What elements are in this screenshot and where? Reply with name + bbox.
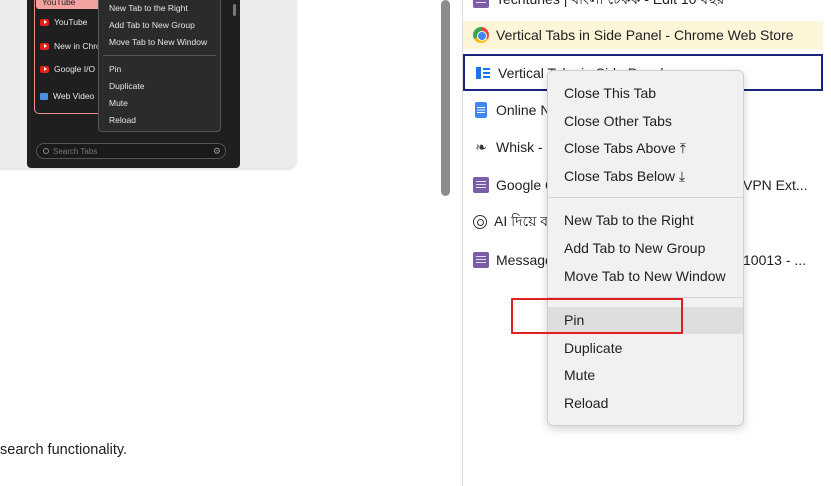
embedded-menu-item: Duplicate bbox=[109, 81, 145, 91]
menu-item-close-tabs-below[interactable]: Close Tabs Below ⤓ bbox=[548, 163, 743, 190]
youtube-icon bbox=[40, 65, 49, 73]
embedded-menu-item: Mute bbox=[109, 98, 128, 108]
menu-item-mute[interactable]: Mute bbox=[548, 362, 743, 389]
ai-icon bbox=[473, 215, 487, 229]
page-scrollbar-thumb[interactable] bbox=[441, 0, 450, 196]
chrome-web-store-icon bbox=[473, 27, 489, 43]
web-page-icon bbox=[40, 92, 48, 100]
youtube-icon bbox=[40, 18, 49, 26]
embedded-tab-web-video: Web Video bbox=[40, 89, 100, 103]
embedded-menu-item: Move Tab to New Window bbox=[109, 37, 208, 47]
embedded-search-box: Search Tabs ⚙ bbox=[36, 143, 226, 159]
whisk-icon: ❧ bbox=[475, 139, 487, 155]
youtube-icon bbox=[40, 42, 49, 50]
menu-item-duplicate[interactable]: Duplicate bbox=[548, 335, 743, 362]
embedded-menu-item: Add Tab to New Group bbox=[109, 20, 195, 30]
embedded-menu-item: New Tab to the Right bbox=[109, 3, 188, 13]
menu-item-add-to-group[interactable]: Add Tab to New Group bbox=[548, 235, 743, 262]
search-icon bbox=[43, 148, 49, 154]
embedded-tab-youtube: YouTube bbox=[40, 15, 100, 29]
article-text: search functionality. bbox=[0, 442, 128, 458]
side-panel-tab[interactable]: Techtunes | বাংলা টেকক - Edit 10 বছর bbox=[463, 0, 823, 14]
embedded-menu-item: Pin bbox=[109, 64, 122, 74]
embedded-tab-group-title: YouTube bbox=[36, 0, 102, 9]
google-docs-icon bbox=[475, 102, 487, 118]
menu-item-close-tabs-above[interactable]: Close Tabs Above ⤒ bbox=[548, 135, 743, 162]
menu-item-close-other-tabs[interactable]: Close Other Tabs bbox=[548, 108, 743, 135]
side-panel-tab-chrome-web-store[interactable]: Vertical Tabs in Side Panel - Chrome Web… bbox=[463, 21, 823, 49]
menu-item-close-this-tab[interactable]: Close This Tab bbox=[548, 80, 743, 107]
gear-icon: ⚙ bbox=[212, 146, 221, 156]
vertical-tabs-icon bbox=[475, 65, 491, 81]
embedded-tab-new-in-chrome: New in Chrome bbox=[40, 39, 100, 53]
techtunes-icon bbox=[473, 252, 489, 268]
embedded-context-menu: New Tab to the Right Add Tab to New Grou… bbox=[98, 0, 221, 132]
menu-item-new-tab-right[interactable]: New Tab to the Right bbox=[548, 207, 743, 234]
menu-item-reload[interactable]: Reload bbox=[548, 390, 743, 417]
techtunes-icon bbox=[473, 177, 489, 193]
embedded-scrollbar bbox=[233, 4, 236, 16]
embedded-tab-google-io: Google I/O bbox=[40, 62, 100, 76]
techtunes-icon bbox=[473, 0, 489, 8]
embedded-menu-separator bbox=[103, 55, 216, 56]
embedded-menu-item: Reload bbox=[109, 115, 136, 125]
highlight-annotation-box bbox=[511, 298, 683, 334]
menu-separator bbox=[548, 197, 743, 198]
tab-context-menu: Close This Tab Close Other Tabs Close Ta… bbox=[547, 70, 744, 426]
menu-item-move-to-window[interactable]: Move Tab to New Window bbox=[548, 263, 743, 290]
